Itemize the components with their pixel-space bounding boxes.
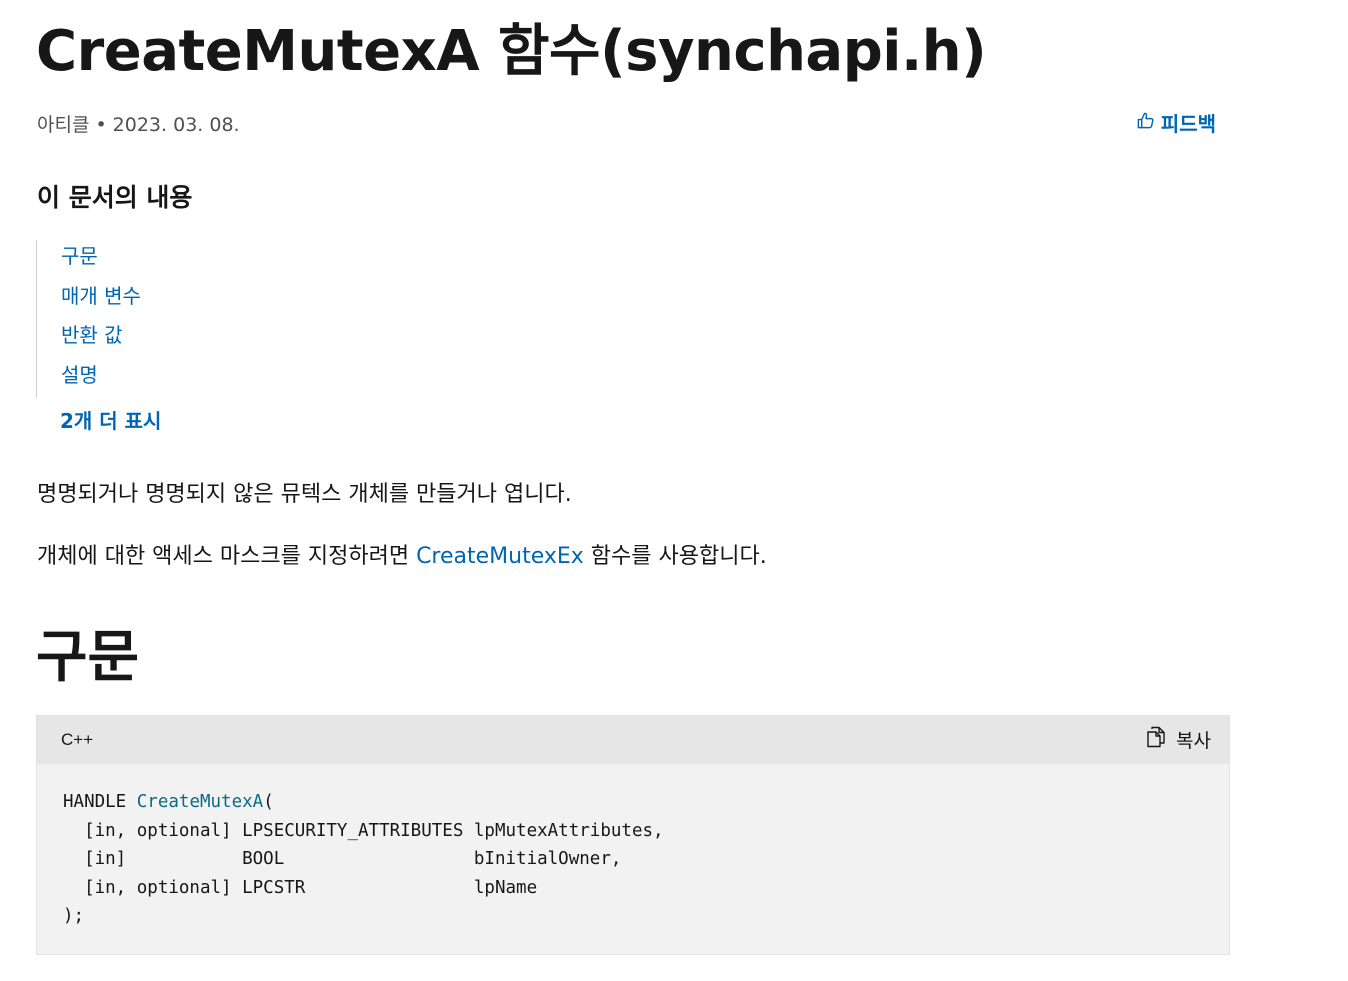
code-block: C++ 복사 HANDLE CreateMutexA( [in, optiona… xyxy=(36,715,1230,955)
docs-page: CreateMutexA 함수(synchapi.h) 아티클 • 2023. 03… xyxy=(0,0,1348,981)
article-date: 2023. 03. 08. xyxy=(112,114,240,136)
copy-icon xyxy=(1146,726,1166,753)
toc-item: 반환 값 xyxy=(37,319,237,359)
paragraph-text: 함수를 사용합니다. xyxy=(583,544,767,569)
code-close: ); xyxy=(63,906,85,926)
thumbs-up-icon xyxy=(1136,111,1155,135)
toc-show-more-button[interactable]: 2개 더 표시 xyxy=(60,406,161,436)
feedback-label: 피드백 xyxy=(1160,112,1216,136)
meta-separator: • xyxy=(95,114,107,136)
intro-paragraph: 명명되거나 명명되지 않은 뮤텍스 개체를 만들거나 엽니다. xyxy=(37,482,572,507)
toc-item: 설명 xyxy=(37,359,237,399)
code-param-line: [in] BOOL bInitialOwner, xyxy=(63,849,622,869)
code-content: HANDLE CreateMutexA( [in, optional] LPSE… xyxy=(37,764,1229,931)
toc-link-syntax[interactable]: 구문 xyxy=(37,240,237,272)
toc-item: 매개 변수 xyxy=(37,280,237,320)
page-title: CreateMutexA 함수(synchapi.h) xyxy=(36,19,987,84)
toc-item: 구문 xyxy=(37,240,237,280)
code-param-line: [in, optional] LPSECURITY_ATTRIBUTES lpM… xyxy=(63,820,664,841)
code-return-type: HANDLE xyxy=(63,792,137,812)
code-function-name: CreateMutexA xyxy=(136,792,264,812)
copy-button[interactable]: 복사 xyxy=(1146,726,1211,753)
copy-label: 복사 xyxy=(1176,730,1211,752)
code-language-label: C++ xyxy=(61,730,94,749)
toc-list: 구문 매개 변수 반환 값 설명 xyxy=(36,240,237,398)
code-open-paren: ( xyxy=(263,792,274,812)
code-param-line: [in, optional] LPCSTR lpName xyxy=(63,877,538,898)
toc-heading: 이 문서의 내용 xyxy=(37,183,193,212)
createmutexex-link[interactable]: CreateMutexEx xyxy=(416,544,584,569)
access-mask-paragraph: 개체에 대한 액세스 마스크를 지정하려면 CreateMutexEx 함수를 … xyxy=(37,541,767,573)
paragraph-text: 개체에 대한 액세스 마스크를 지정하려면 xyxy=(37,544,417,569)
feedback-button[interactable]: 피드백 xyxy=(1136,108,1216,137)
toc-link-return-value[interactable]: 반환 값 xyxy=(37,319,237,351)
article-type: 아티클 xyxy=(37,114,90,136)
toc-link-remarks[interactable]: 설명 xyxy=(37,359,237,391)
toc-link-parameters[interactable]: 매개 변수 xyxy=(37,280,237,312)
article-meta: 아티클 • 2023. 03. 08. xyxy=(37,112,240,138)
code-block-header: C++ 복사 xyxy=(37,716,1229,764)
syntax-heading: 구문 xyxy=(36,625,140,690)
